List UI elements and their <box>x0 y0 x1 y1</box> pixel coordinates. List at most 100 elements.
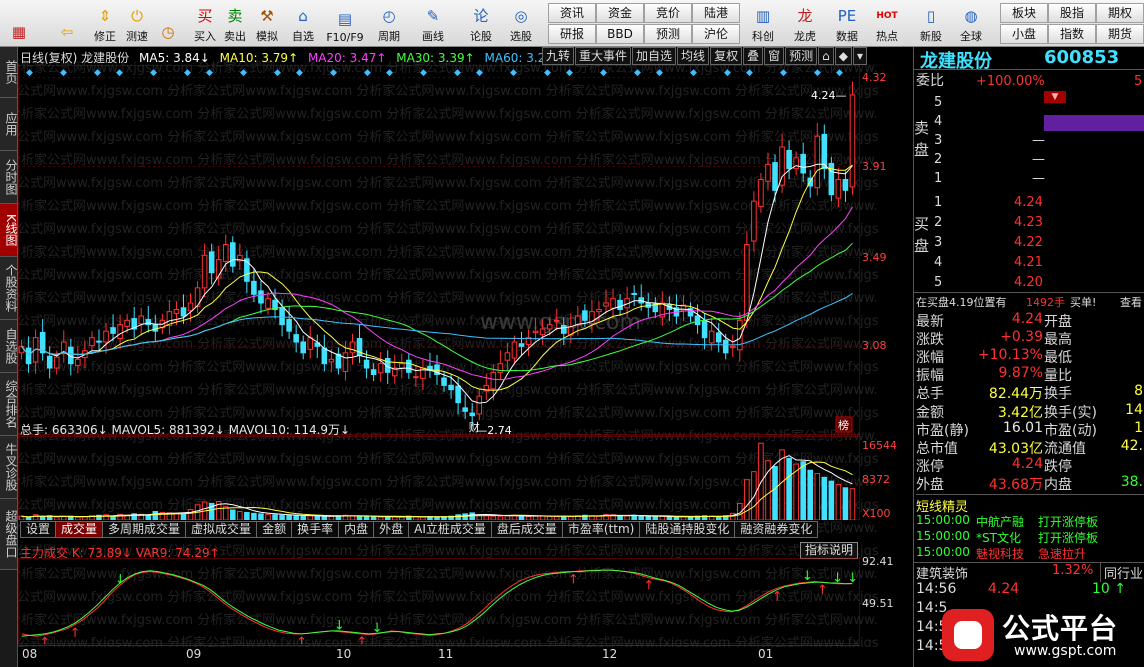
toolbar-3-button[interactable]: 陆港 <box>692 3 740 23</box>
dragon-tiger-button[interactable]: 龙龙虎 <box>790 2 820 44</box>
elves-row[interactable]: 15:00:00 魅视科技 急速拉升 <box>914 545 1144 561</box>
bid-query-link[interactable]: 查看 <box>1120 294 1142 310</box>
buy-arrow-icon: ↑ <box>772 589 783 604</box>
volume-tab-0[interactable]: 设置 <box>20 521 57 538</box>
buy-button[interactable]: 买买入 <box>190 2 220 44</box>
volume-tab-1[interactable]: 成交量 <box>55 521 104 538</box>
kline-btn-0[interactable]: 九转 <box>542 47 575 65</box>
volume-bar <box>399 516 405 520</box>
toolbar-0-button[interactable]: 资讯 <box>548 3 596 23</box>
dropdown-icon[interactable]: ▾ <box>852 47 868 65</box>
sell-level-price: — <box>1032 171 1045 186</box>
elves-row[interactable]: 15:00:00 *ST文化 打开涨停板 <box>914 529 1144 545</box>
candle-body <box>546 324 553 330</box>
kline-btn-3[interactable]: 均线 <box>677 47 710 65</box>
volume-tab-11[interactable]: 陆股通持股变化 <box>639 521 736 538</box>
toolbar-5-button[interactable]: BBD <box>596 24 644 44</box>
sell-button[interactable]: 卖卖出 <box>220 2 250 44</box>
indicator-help-button[interactable]: 指标说明 <box>800 542 859 559</box>
left-tab-5[interactable]: 自选股 <box>0 320 18 373</box>
volume-tab-3[interactable]: 虚拟成交量 <box>185 521 258 538</box>
left-tab-7[interactable]: 牛叉诊股 <box>0 436 18 499</box>
volume-tab-4[interactable]: 金额 <box>256 521 293 538</box>
kline-chart[interactable]: 4.24— —2.74财 榜 ◆ ◆ ◆ ◆ ◆ ◆ ◆ ◆ ◆ ◆ ◆ ◆ ◆ ◆ ◆ ◆ ◆ ◆ ◆ ◆ ◆ ◆ ◆ ◆ ◆ ◆ ◆ ◆ <box>18 65 860 435</box>
pencil-button[interactable]: ✎ 画线 <box>418 2 448 44</box>
volume-bar <box>39 516 46 520</box>
sell-level-price: — <box>1032 152 1045 167</box>
toolbar-4-button[interactable]: 研报 <box>548 24 596 44</box>
left-tab-6[interactable]: 综合排名 <box>0 373 18 436</box>
kline-btn-6[interactable]: 窗 <box>764 47 785 65</box>
kline-btn-2[interactable]: 加自选 <box>632 47 677 65</box>
toolbar-9-button[interactable]: 股指 <box>1048 3 1096 23</box>
candle-body <box>441 377 447 386</box>
volume-bar <box>497 515 504 520</box>
sector-rank[interactable]: 同行业 <box>1100 563 1143 582</box>
volume-tab-10[interactable]: 市盈率(ttm) <box>561 521 641 538</box>
kline-btn-1[interactable]: 重大事件 <box>575 47 632 65</box>
toolbar-10-button[interactable]: 期权 <box>1096 3 1144 23</box>
back-arrow-button[interactable]: ⇦ <box>52 2 82 44</box>
elves-row[interactable]: 15:00:00 中航产融 打开涨停板 <box>914 513 1144 529</box>
candle-body <box>596 309 602 313</box>
toolbar-label: 测速 <box>126 30 148 43</box>
ipo-button[interactable]: ▯ 新股 <box>916 2 946 44</box>
toolbar-13-button[interactable]: 期货 <box>1096 24 1144 44</box>
period-clock-button[interactable]: ◴ 周期 <box>374 2 404 44</box>
candle-body <box>377 363 384 374</box>
volume-tab-5[interactable]: 换手率 <box>291 521 340 538</box>
toolbar-11-button[interactable]: 小盘 <box>1000 24 1048 44</box>
kline-btn-4[interactable]: 复权 <box>710 47 743 65</box>
toolbar-1-button[interactable]: 资金 <box>596 3 644 23</box>
left-tab-1[interactable]: 应用 <box>0 98 18 151</box>
volume-tab-7[interactable]: 外盘 <box>373 521 410 538</box>
indicator-chart[interactable]: ↓↑↑↑↓↑↓↑↑↑↓↑↓↓↑ <box>18 558 860 644</box>
candle-body <box>152 324 159 332</box>
kline-btn-5[interactable]: 叠 <box>743 47 764 65</box>
toolbar-2-button[interactable]: 竞价 <box>644 3 692 23</box>
volume-bar <box>821 476 828 520</box>
home-button[interactable]: ⌂ 自选 <box>288 2 318 44</box>
left-tab-0[interactable]: 首页 <box>0 47 18 98</box>
kechuang-button[interactable]: ▥ 科创 <box>748 2 778 44</box>
volume-tab-12[interactable]: 融资融券变化 <box>734 521 819 538</box>
volume-tab-2[interactable]: 多周期成交量 <box>102 521 187 538</box>
left-tab-4[interactable]: 个股资料 <box>0 257 18 320</box>
globe-button[interactable]: ◍ 全球 <box>956 2 986 44</box>
elves-stock: *ST文化 <box>976 531 1021 545</box>
left-tab-3[interactable]: K线图 <box>0 204 18 257</box>
toolbar-7-button[interactable]: 沪伦 <box>692 24 740 44</box>
stat-row: 涨停 4.24 跌停 <box>914 456 1144 475</box>
clock-button[interactable]: ◷ <box>153 2 183 44</box>
candle-body <box>560 325 567 334</box>
buy-level-row: 1 4.24 <box>914 195 1144 212</box>
layout-grid-button[interactable]: ▦ <box>4 2 34 44</box>
left-tab-8[interactable]: 超级盘口 <box>0 499 18 570</box>
toolbar-label: 全球 <box>960 30 982 43</box>
volume-chart[interactable] <box>18 436 860 520</box>
volume-tab-6[interactable]: 内盘 <box>338 521 375 538</box>
left-tab-2[interactable]: 分时图 <box>0 151 18 204</box>
buy-level-price: 4.22 <box>1014 235 1043 250</box>
f10-button[interactable]: ▤ F10/F9 <box>326 2 363 44</box>
diamond-icon[interactable]: ◆ <box>834 47 852 65</box>
up-down-arrows-button[interactable]: ⇕ 修正 <box>90 2 120 44</box>
kline-btn-7[interactable]: 预测 <box>785 47 818 65</box>
volume-tab-8[interactable]: AI立桩成交量 <box>408 521 492 538</box>
toolbar-12-button[interactable]: 指数 <box>1048 24 1096 44</box>
toolbar-6-button[interactable]: 预测 <box>644 24 692 44</box>
kline-button-row: 九转 重大事件 加自选 均线 复权叠窗预测 ⌂ ◆ ▾ <box>542 47 868 65</box>
discuss-button[interactable]: 论论股 <box>466 2 496 44</box>
sector-name[interactable]: 建筑装饰 <box>916 563 968 582</box>
lock-icon[interactable]: ⌂ <box>818 47 834 65</box>
screener-button[interactable]: ◎ 选股 <box>506 2 536 44</box>
hotspot-button[interactable]: HOT 热点 <box>872 2 902 44</box>
hammer-button[interactable]: ⚒ 模拟 <box>252 2 282 44</box>
toolbar-8-button[interactable]: 板块 <box>1000 3 1048 23</box>
volume-tab-9[interactable]: 盘后成交量 <box>490 521 563 538</box>
sell-volume-bar <box>1044 115 1144 131</box>
time-axis-label: 08 <box>22 647 38 661</box>
power-button[interactable]: ⏻ 测速 <box>122 2 152 44</box>
sell-level-number: 3 <box>934 133 943 148</box>
pe-button[interactable]: PE 数据 <box>832 2 862 44</box>
